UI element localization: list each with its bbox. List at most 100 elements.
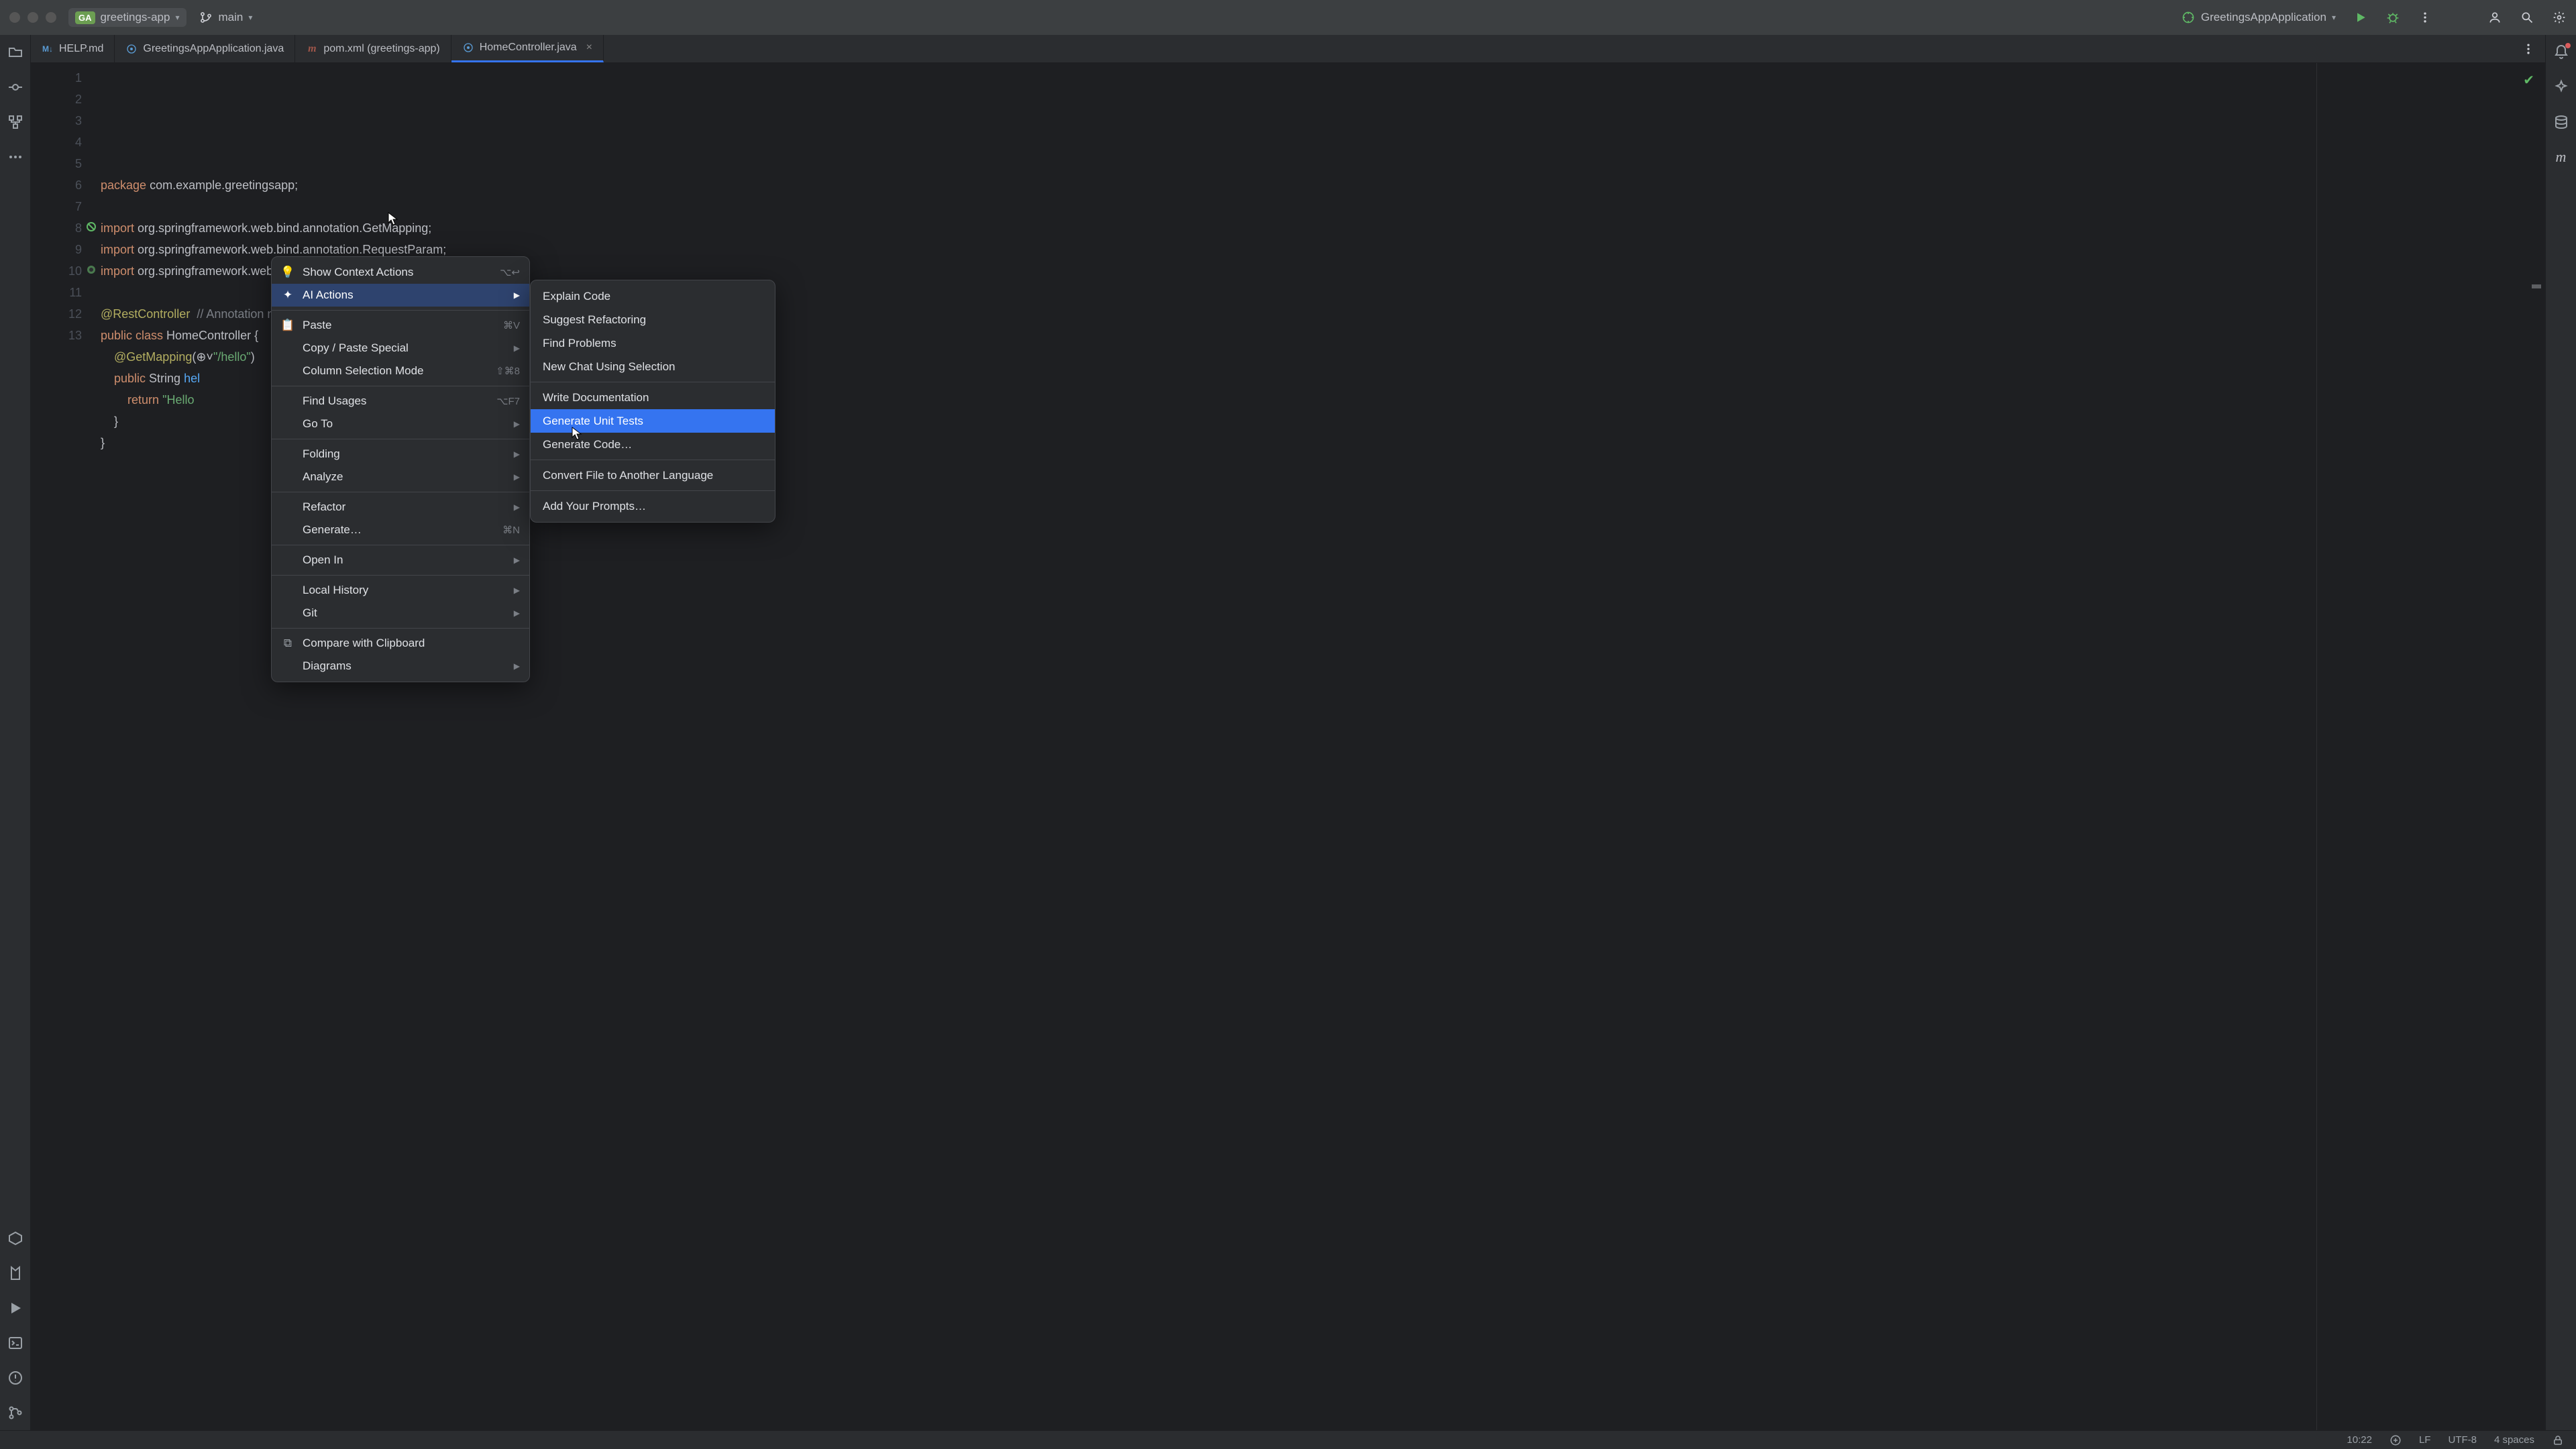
scrollbar-marker bbox=[2532, 284, 2541, 288]
build-tool-icon[interactable] bbox=[7, 1230, 23, 1246]
file-encoding[interactable]: UTF-8 bbox=[2448, 1434, 2477, 1446]
menu-separator bbox=[531, 490, 775, 491]
submenu-item[interactable]: Find Problems bbox=[531, 331, 775, 355]
mouse-cursor-icon bbox=[572, 427, 582, 440]
close-window-icon[interactable] bbox=[9, 12, 20, 23]
submenu-item[interactable]: Convert File to Another Language bbox=[531, 464, 775, 487]
line-separator-icon[interactable] bbox=[2390, 1434, 2402, 1446]
menu-item-shortcut: ⌘N bbox=[502, 524, 520, 536]
editor-tab[interactable]: M↓HELP.md bbox=[31, 35, 115, 62]
problems-tool-icon[interactable] bbox=[7, 1370, 23, 1386]
context-menu-item[interactable]: Folding ▶ bbox=[272, 443, 529, 466]
tab-label: HomeController.java bbox=[480, 42, 577, 54]
menu-item-label: Folding bbox=[303, 447, 340, 461]
search-everywhere-button[interactable] bbox=[2520, 10, 2534, 25]
line-number: 1 bbox=[31, 67, 82, 89]
project-tool-icon[interactable] bbox=[7, 44, 23, 60]
context-menu-item[interactable]: Column Selection Mode⇧⌘8 bbox=[272, 360, 529, 382]
vcs-tool-icon[interactable] bbox=[7, 1405, 23, 1421]
context-menu-item[interactable]: Local History▶ bbox=[272, 579, 529, 602]
submenu-item[interactable]: Generate Unit Tests bbox=[531, 409, 775, 433]
context-menu-item[interactable]: ⧉Compare with Clipboard bbox=[272, 632, 529, 655]
context-menu-item[interactable]: Analyze▶ bbox=[272, 466, 529, 488]
mouse-cursor-icon bbox=[388, 212, 398, 225]
notifications-icon[interactable] bbox=[2553, 44, 2569, 60]
menu-item-label: Go To bbox=[303, 417, 333, 431]
title-bar: GA greetings-app ▾ main ▾ GreetingsAppAp… bbox=[0, 0, 2576, 35]
editor-tab[interactable]: GreetingsAppApplication.java bbox=[115, 35, 295, 62]
line-number: 13 bbox=[31, 325, 82, 346]
run-configuration-selector[interactable]: GreetingsAppApplication ▾ bbox=[2181, 10, 2336, 25]
run-tool-icon[interactable] bbox=[7, 1300, 23, 1316]
database-tool-icon[interactable] bbox=[2553, 114, 2569, 130]
more-tools-icon[interactable] bbox=[7, 149, 23, 165]
bookmarks-tool-icon[interactable] bbox=[7, 1265, 23, 1281]
menu-item-icon: 💡 bbox=[281, 266, 294, 279]
menu-item-icon: ✦ bbox=[281, 288, 294, 302]
debug-button[interactable] bbox=[2385, 10, 2400, 25]
submenu-item[interactable]: Explain Code bbox=[531, 284, 775, 308]
submenu-item[interactable]: Generate Code… bbox=[531, 433, 775, 456]
context-menu-item[interactable]: Diagrams▶ bbox=[272, 655, 529, 678]
submenu-arrow-icon: ▶ bbox=[514, 449, 520, 459]
submenu-arrow-icon: ▶ bbox=[514, 661, 520, 671]
zoom-window-icon[interactable] bbox=[46, 12, 56, 23]
readonly-toggle-icon[interactable] bbox=[2552, 1434, 2564, 1446]
code-line[interactable] bbox=[101, 196, 2545, 217]
submenu-item[interactable]: Write Documentation bbox=[531, 386, 775, 409]
maven-tool-icon[interactable]: m bbox=[2553, 149, 2569, 165]
submenu-arrow-icon: ▶ bbox=[514, 608, 520, 618]
submenu-item[interactable]: Suggest Refactoring bbox=[531, 308, 775, 331]
project-selector[interactable]: GA greetings-app ▾ bbox=[68, 8, 186, 27]
terminal-tool-icon[interactable] bbox=[7, 1335, 23, 1351]
menu-item-icon: ⧉ bbox=[281, 637, 294, 650]
line-separator[interactable]: LF bbox=[2419, 1434, 2431, 1446]
context-menu-item[interactable]: ✦AI Actions▶ bbox=[272, 284, 529, 307]
context-menu-item[interactable]: Git▶ bbox=[272, 602, 529, 625]
context-menu-item[interactable]: Generate… ⌘N bbox=[272, 519, 529, 541]
submenu-item-label: Generate Unit Tests bbox=[543, 415, 643, 428]
tab-label: GreetingsAppApplication.java bbox=[143, 43, 284, 55]
code-line[interactable]: package com.example.greetingsapp; bbox=[101, 174, 2545, 196]
line-number: 6 bbox=[31, 174, 82, 196]
submenu-item[interactable]: Add Your Prompts… bbox=[531, 494, 775, 518]
context-menu-item[interactable]: Refactor▶ bbox=[272, 496, 529, 519]
line-number: 12 bbox=[31, 303, 82, 325]
context-menu-item[interactable]: Find Usages⌥F7 bbox=[272, 390, 529, 413]
close-tab-icon[interactable]: × bbox=[586, 42, 592, 54]
more-actions-button[interactable] bbox=[2418, 10, 2432, 25]
submenu-item-label: Write Documentation bbox=[543, 391, 649, 405]
code-with-me-button[interactable] bbox=[2487, 10, 2502, 25]
line-number: 2 bbox=[31, 89, 82, 110]
menu-item-label: Generate… bbox=[303, 523, 362, 537]
context-menu-item[interactable]: 📋Paste⌘V bbox=[272, 314, 529, 337]
editor-tab[interactable]: HomeController.java × bbox=[451, 35, 604, 62]
line-number: 3 bbox=[31, 110, 82, 131]
caret-position[interactable]: 10:22 bbox=[2347, 1434, 2372, 1446]
indent-settings[interactable]: 4 spaces bbox=[2494, 1434, 2534, 1446]
menu-item-label: Refactor bbox=[303, 500, 345, 514]
submenu-item[interactable]: New Chat Using Selection bbox=[531, 355, 775, 378]
gutter-run-icon[interactable] bbox=[86, 221, 97, 232]
inspection-ok-icon[interactable]: ✔ bbox=[2523, 70, 2534, 91]
vcs-branch-selector[interactable]: main ▾ bbox=[199, 10, 253, 25]
code-line[interactable]: import org.springframework.web.bind.anno… bbox=[101, 217, 2545, 239]
menu-separator bbox=[272, 310, 529, 311]
gutter-endpoint-icon[interactable] bbox=[86, 264, 97, 275]
commit-tool-icon[interactable] bbox=[7, 79, 23, 95]
minimize-window-icon[interactable] bbox=[28, 12, 38, 23]
context-menu-item[interactable]: 💡Show Context Actions⌥↩ bbox=[272, 261, 529, 284]
context-menu-item[interactable]: Open In▶ bbox=[272, 549, 529, 572]
context-menu-item[interactable]: Go To▶ bbox=[272, 413, 529, 435]
ai-assistant-icon[interactable] bbox=[2553, 79, 2569, 95]
submenu-item-label: Suggest Refactoring bbox=[543, 313, 646, 327]
context-menu-item[interactable]: Copy / Paste Special▶ bbox=[272, 337, 529, 360]
editor-tabs: M↓HELP.md GreetingsAppApplication.java mpo… bbox=[31, 35, 2545, 63]
structure-tool-icon[interactable] bbox=[7, 114, 23, 130]
editor-tab[interactable]: mpom.xml (greetings-app) bbox=[295, 35, 451, 62]
run-button[interactable] bbox=[2353, 10, 2368, 25]
menu-item-shortcut: ⇧⌘8 bbox=[496, 365, 520, 377]
settings-button[interactable] bbox=[2552, 10, 2567, 25]
tab-options-icon[interactable] bbox=[2521, 42, 2536, 56]
java-file-icon bbox=[462, 42, 474, 54]
